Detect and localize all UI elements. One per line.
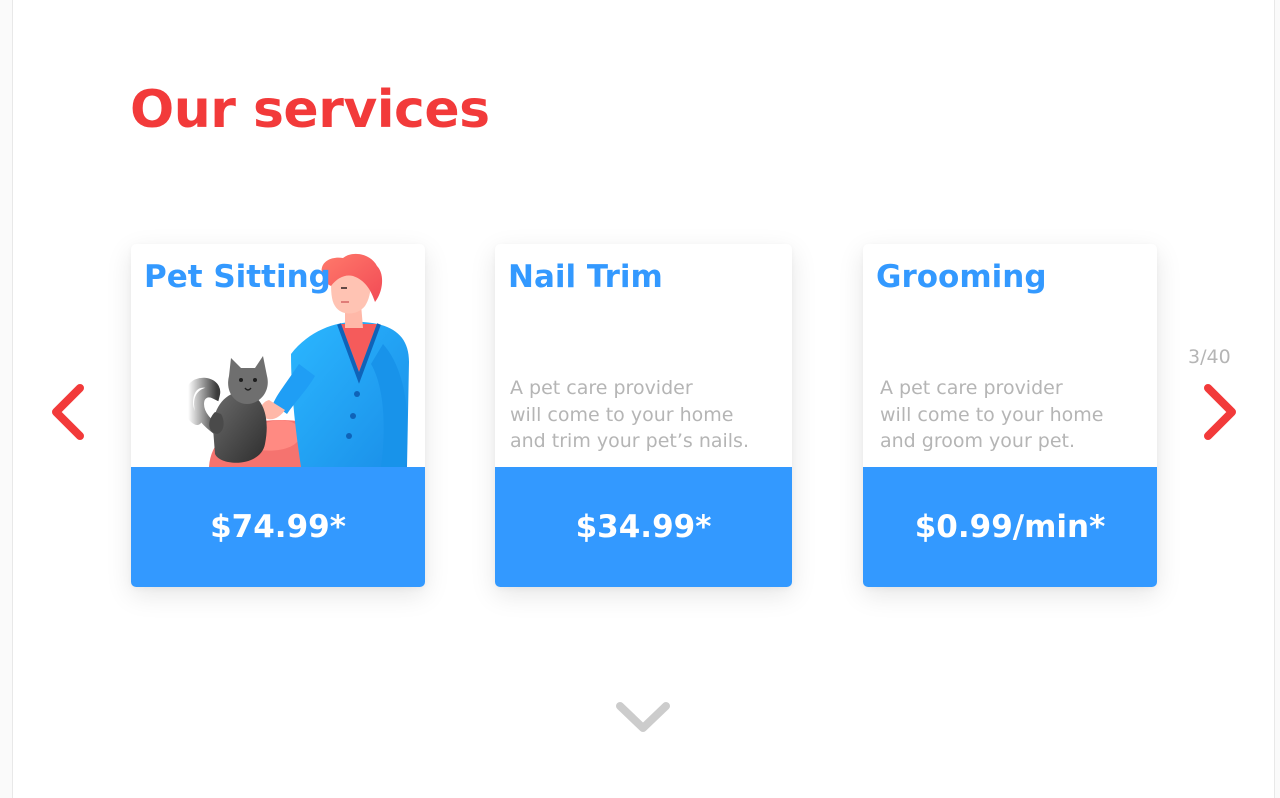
chevron-down-icon: [616, 702, 670, 732]
pager-counter: 3/40: [1188, 346, 1231, 368]
service-card-pet-sitting[interactable]: Pet Sitting $74.99*: [131, 244, 425, 587]
service-card-nail-trim[interactable]: Nail Trim A pet care provider will come …: [495, 244, 792, 587]
services-page: Our services Pet Sitting $74.99* Nail Tr…: [0, 0, 1280, 798]
service-title: Grooming: [876, 259, 1047, 295]
chevron-right-icon: [1204, 384, 1236, 440]
service-price: $34.99*: [575, 509, 712, 545]
price-band: $34.99*: [495, 467, 792, 587]
price-band: $0.99/min*: [863, 467, 1157, 587]
page-title: Our services: [130, 80, 490, 140]
right-edge: [1274, 0, 1280, 798]
description-line: will come to your home: [510, 403, 734, 426]
chevron-left-icon: [52, 384, 84, 440]
service-title: Nail Trim: [508, 259, 663, 295]
scroll-down-button[interactable]: [614, 698, 672, 736]
service-description: A pet care provider will come to your ho…: [510, 375, 749, 455]
description-line: will come to your home: [880, 403, 1104, 426]
next-button[interactable]: [1200, 384, 1240, 440]
description-line: and trim your pet’s nails.: [510, 430, 749, 452]
prev-button[interactable]: [48, 384, 88, 440]
service-price: $74.99*: [210, 509, 346, 545]
price-band: $74.99*: [131, 467, 425, 587]
service-description: A pet care provider will come to your ho…: [880, 375, 1103, 455]
description-line: A pet care provider: [880, 377, 1063, 399]
description-line: A pet care provider: [510, 377, 693, 399]
service-title: Pet Sitting: [144, 259, 331, 295]
description-line: and groom your pet.: [880, 430, 1076, 452]
service-price: $0.99/min*: [914, 509, 1106, 545]
left-edge: [0, 0, 13, 798]
service-card-grooming[interactable]: Grooming A pet care provider will come t…: [863, 244, 1157, 587]
